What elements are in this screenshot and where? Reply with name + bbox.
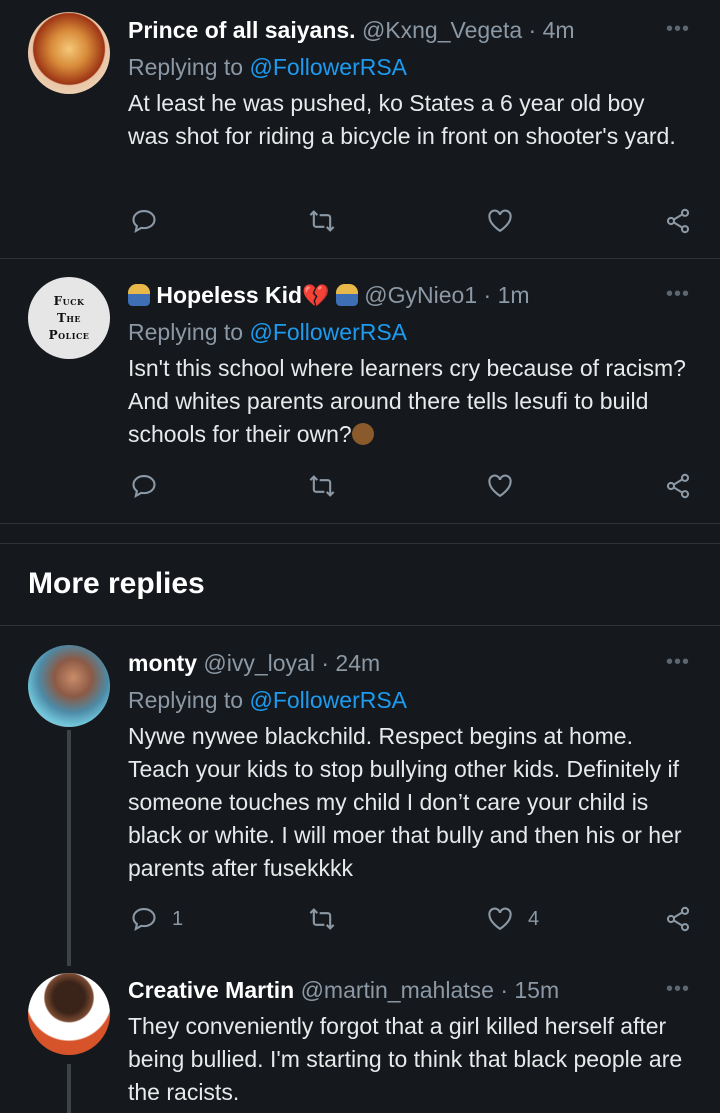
- replying-to: Replying to @FollowerRSA: [128, 684, 407, 716]
- retweet-icon: [309, 210, 335, 232]
- replying-to: Replying to @FollowerRSA: [128, 51, 407, 83]
- person-shrugging-emoji: [335, 284, 358, 306]
- mention-link[interactable]: @FollowerRSA: [249, 54, 407, 80]
- avatar-text-line: Police: [48, 327, 90, 342]
- heart-icon: [488, 474, 512, 498]
- section-heading: More replies: [28, 567, 205, 600]
- separator-dot: ·: [528, 17, 537, 43]
- separator-dot: ·: [483, 282, 492, 308]
- share-button[interactable]: [664, 902, 692, 936]
- retweet-button[interactable]: [308, 204, 336, 238]
- timestamp[interactable]: 1m: [498, 282, 530, 308]
- display-name[interactable]: Prince of all saiyans.: [128, 17, 356, 43]
- reply-icon: [132, 908, 156, 931]
- timestamp[interactable]: 24m: [335, 650, 380, 676]
- reply-count: 1: [172, 907, 184, 930]
- user-handle[interactable]: @ivy_loyal: [203, 650, 315, 676]
- tweet-text: Nywe nywee blackchild. Respect begins at…: [128, 723, 682, 881]
- replying-to-label: Replying to: [128, 319, 244, 345]
- user-handle[interactable]: @Kxng_Vegeta: [362, 17, 522, 43]
- heart-icon: [488, 907, 512, 931]
- tweet[interactable]: Creative Martin @martin_mahlatse · 15m •…: [0, 966, 720, 1113]
- thinking-face-emoji: [351, 423, 374, 445]
- tweet-text: They conveniently forgot that a girl kil…: [128, 1013, 683, 1105]
- share-icon: [666, 906, 690, 932]
- tweet[interactable]: Prince of all saiyans. @Kxng_Vegeta · 4m…: [0, 0, 720, 258]
- more-options-icon[interactable]: •••: [666, 651, 690, 674]
- tweet[interactable]: Fuck The Police Hopeless Kid💔 @GyNieo1 ·…: [0, 259, 720, 523]
- tweet-header: Creative Martin @martin_mahlatse · 15m: [128, 974, 559, 1006]
- mention-link[interactable]: @FollowerRSA: [249, 687, 407, 713]
- reply-icon: [132, 475, 156, 498]
- mention-link[interactable]: @FollowerRSA: [249, 319, 407, 345]
- tweet-text: At least he was pushed, ko States a 6 ye…: [128, 90, 676, 149]
- divider: [0, 543, 720, 544]
- avatar[interactable]: Fuck The Police: [28, 277, 110, 359]
- retweet-button[interactable]: [308, 469, 336, 503]
- share-button[interactable]: [664, 469, 692, 503]
- heart-icon: [488, 209, 512, 233]
- more-options-icon[interactable]: •••: [666, 18, 690, 41]
- replying-to: Replying to @FollowerRSA: [128, 316, 407, 348]
- tweet-text-content: Isn't this school where learners cry bec…: [128, 355, 686, 447]
- display-name[interactable]: Hopeless Kid: [156, 282, 302, 308]
- reply-button[interactable]: [130, 469, 158, 503]
- share-icon: [666, 208, 690, 234]
- separator-dot: ·: [321, 650, 330, 676]
- tweet-header: Prince of all saiyans. @Kxng_Vegeta · 4m: [128, 14, 575, 46]
- reply-icon: [132, 210, 156, 233]
- tweet-header: monty @ivy_loyal · 24m: [128, 647, 380, 679]
- avatar[interactable]: [28, 645, 110, 727]
- like-button[interactable]: [486, 204, 514, 238]
- user-handle[interactable]: @martin_mahlatse: [301, 977, 494, 1003]
- thread-connector: [67, 1064, 71, 1113]
- like-count: 4: [528, 907, 540, 930]
- reply-button[interactable]: 1: [130, 902, 183, 936]
- avatar-text-line: The: [56, 310, 82, 325]
- tweet-header: Hopeless Kid💔 @GyNieo1 · 1m: [128, 279, 530, 312]
- divider: [0, 523, 720, 524]
- more-options-icon[interactable]: •••: [666, 978, 690, 1001]
- retweet-icon: [309, 908, 335, 930]
- tweet-actions: 1 4: [128, 902, 693, 936]
- tweet[interactable]: monty @ivy_loyal · 24m ••• Replying to @…: [0, 626, 720, 966]
- display-name[interactable]: Creative Martin: [128, 977, 294, 1003]
- share-button[interactable]: [664, 204, 692, 238]
- thread-connector: [67, 730, 71, 966]
- timestamp[interactable]: 15m: [514, 977, 559, 1003]
- replying-to-label: Replying to: [128, 54, 244, 80]
- avatar-text: Fuck The Police: [49, 293, 90, 344]
- like-button[interactable]: 4: [486, 902, 539, 936]
- retweet-button[interactable]: [308, 902, 336, 936]
- separator-dot: ·: [500, 977, 508, 1003]
- avatar[interactable]: [28, 12, 110, 94]
- tweet-actions: [128, 204, 693, 238]
- like-button[interactable]: [486, 469, 514, 503]
- tweet-text: Isn't this school where learners cry bec…: [128, 352, 688, 451]
- avatar-text-line: Fuck: [53, 293, 85, 308]
- replying-to-label: Replying to: [128, 687, 244, 713]
- person-shrugging-emoji: [128, 284, 150, 306]
- more-options-icon[interactable]: •••: [666, 283, 690, 306]
- share-icon: [666, 473, 690, 499]
- retweet-icon: [309, 475, 335, 497]
- display-name[interactable]: monty: [128, 650, 197, 676]
- avatar[interactable]: [28, 973, 110, 1055]
- broken-heart-emoji: 💔: [302, 283, 330, 308]
- user-handle[interactable]: @GyNieo1: [364, 282, 477, 308]
- tweet-actions: [128, 469, 693, 503]
- timestamp[interactable]: 4m: [543, 17, 575, 43]
- reply-button[interactable]: [130, 204, 158, 238]
